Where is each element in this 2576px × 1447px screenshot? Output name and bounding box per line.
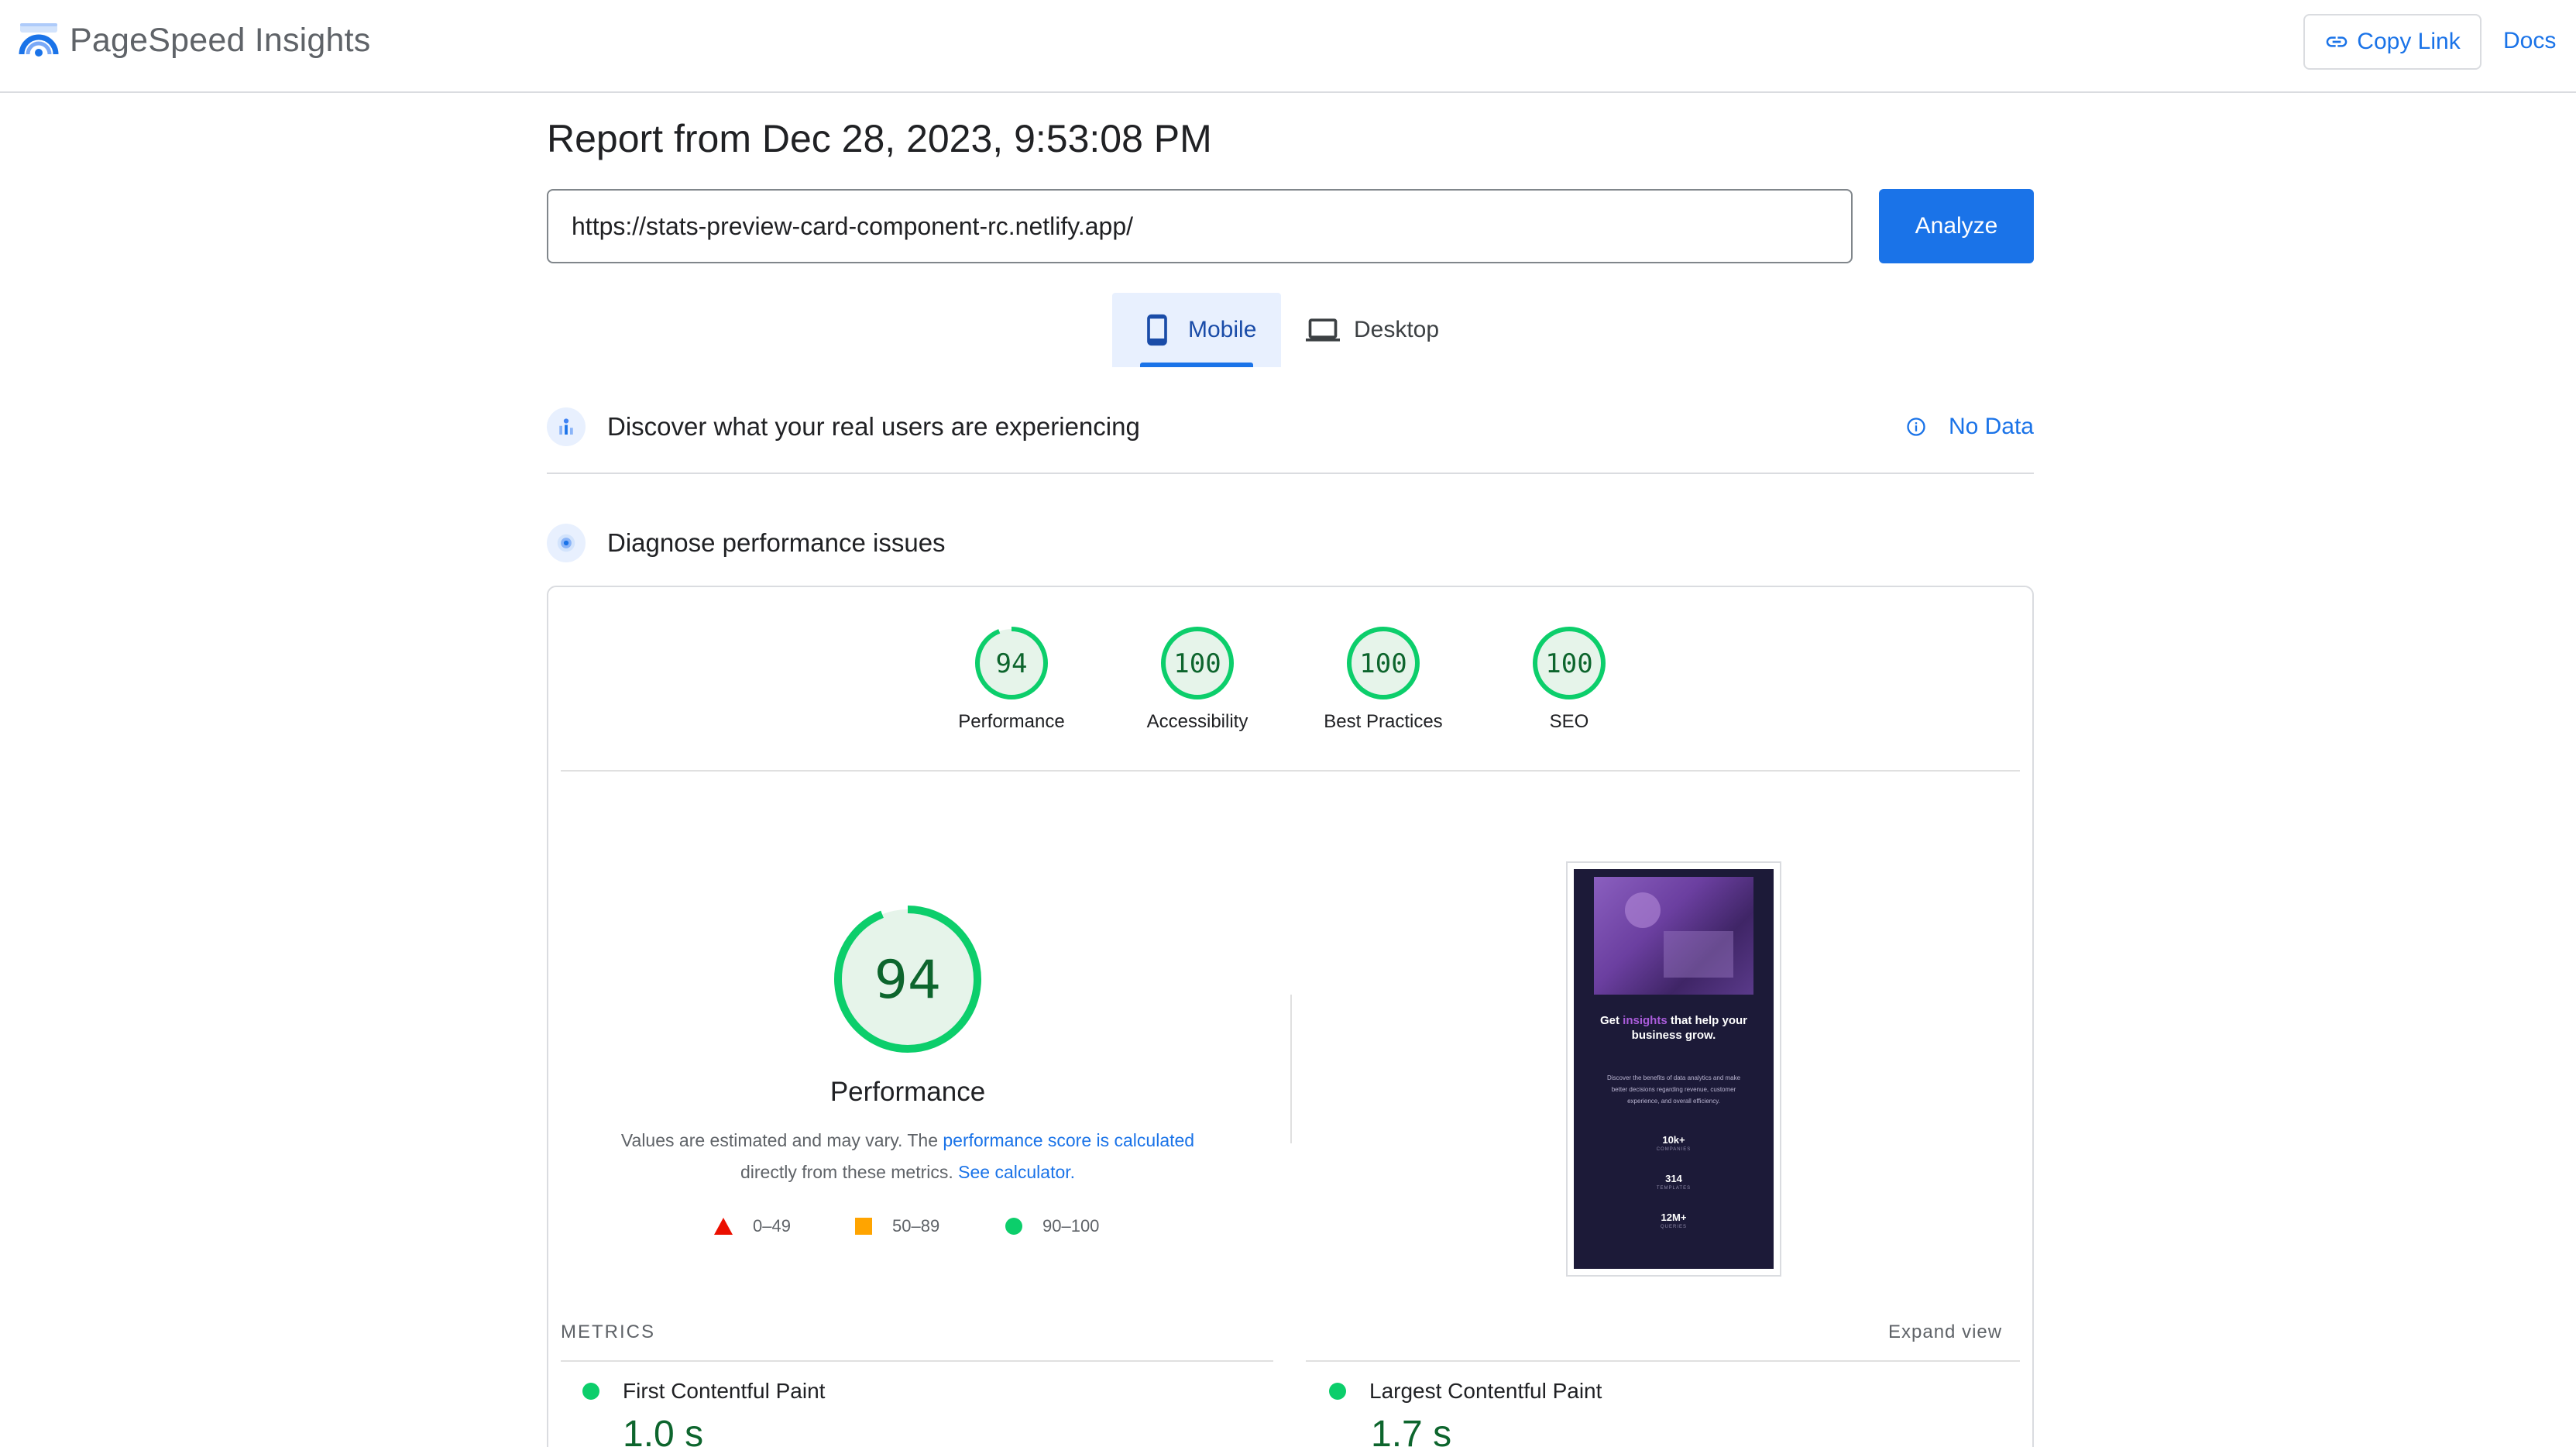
screenshot-stat: 314 TEMPLATES [1589, 1173, 1758, 1191]
tab-mobile[interactable]: Mobile [1112, 293, 1281, 367]
brand[interactable]: PageSpeed Insights [17, 19, 371, 62]
legend-pass-range: 90–100 [1042, 1216, 1100, 1236]
screenshot-heading-start: Get [1599, 1014, 1623, 1027]
gauge-accessibility-label: Accessibility [1146, 711, 1249, 732]
card-divider [561, 770, 2020, 772]
circle-icon [1005, 1218, 1022, 1235]
discover-title: Discover what your real users are experi… [607, 412, 1140, 441]
legend-pass: 90–100 [1005, 1216, 1099, 1236]
app-name: PageSpeed Insights [70, 21, 371, 59]
vertical-separator [1290, 995, 1292, 1143]
metric-value: 1.7 s [1371, 1414, 1452, 1447]
no-data-label: No Data [1948, 414, 2034, 439]
metric-name: First Contentful Paint [623, 1379, 826, 1403]
perf-desc-middle: directly from these metrics. [740, 1162, 959, 1182]
discover-section-header: Discover what your real users are experi… [547, 406, 2034, 448]
metric-value: 1.0 s [623, 1414, 704, 1447]
gauge-seo-value: 100 [1545, 648, 1592, 679]
gauge-accessibility-ring: 100 [1161, 627, 1234, 699]
url-input[interactable] [547, 189, 1853, 263]
final-screenshot[interactable]: Get insights that help your business gro… [1566, 861, 1781, 1277]
legend-average-range: 50–89 [892, 1216, 940, 1236]
analyze-button[interactable]: Analyze [1879, 189, 2034, 263]
metric-name: Largest Contentful Paint [1369, 1379, 1602, 1403]
gauge-seo-ring: 100 [1533, 627, 1606, 699]
smartphone-icon [1147, 314, 1167, 346]
lighthouse-target-icon [547, 524, 586, 562]
screenshot-heading: Get insights that help your business gro… [1589, 1013, 1758, 1043]
perf-desc-prefix: Values are estimated and may vary. The [620, 1130, 943, 1150]
gauge-performance-value: 94 [996, 648, 1028, 679]
metrics-divider-left [561, 1360, 1273, 1362]
gauge-best-practices-label: Best Practices [1324, 711, 1443, 732]
copy-link-button[interactable]: Copy Link [2303, 14, 2482, 70]
triangle-icon [714, 1218, 733, 1235]
expand-view-toggle[interactable]: Expand view [1888, 1322, 2002, 1343]
report-title: Report from Dec 28, 2023, 9:53:08 PM [547, 117, 1212, 160]
gauge-accessibility-value: 100 [1173, 648, 1221, 679]
tab-desktop[interactable]: Desktop [1306, 293, 1461, 367]
stat-label: TEMPLATES [1656, 1186, 1692, 1191]
performance-description: Values are estimated and may vary. The p… [589, 1125, 1227, 1188]
gauge-seo[interactable]: 100 SEO [1492, 624, 1647, 733]
gauge-performance-ring: 94 [975, 627, 1048, 699]
stat-value: 314 [1665, 1173, 1682, 1184]
metrics-label: METRICS [561, 1322, 655, 1342]
tab-mobile-label: Mobile [1188, 317, 1257, 342]
no-data-link[interactable]: No Data [1905, 414, 2034, 440]
users-chart-icon [547, 407, 586, 446]
legend-fail: 0–49 [714, 1216, 791, 1236]
metric-first-contentful-paint: First Contentful Paint [582, 1379, 825, 1404]
link-icon [2326, 36, 2348, 47]
screenshot-body-text: Discover the benefits of data analytics … [1606, 1074, 1741, 1105]
section-divider [547, 473, 2034, 474]
top-bar: PageSpeed Insights Copy Link Docs [0, 0, 2576, 93]
pagespeed-logo-icon [19, 23, 59, 57]
gauge-best-practices[interactable]: 100 Best Practices [1306, 624, 1461, 733]
screenshot-stat: 12M+ QUERIES [1589, 1212, 1758, 1229]
performance-score-gauge: 94 [834, 906, 981, 1053]
performance-score-value: 94 [874, 950, 942, 1011]
metric-largest-contentful-paint: Largest Contentful Paint [1329, 1379, 1602, 1404]
laptop-icon [1306, 318, 1340, 342]
legend-fail-range: 0–49 [753, 1216, 791, 1236]
legend-average: 50–89 [855, 1216, 939, 1236]
diagnose-section-header: Diagnose performance issues [547, 522, 2034, 564]
screenshot-hero-image [1594, 877, 1753, 995]
pass-circle-icon [1329, 1383, 1346, 1400]
gauge-best-practices-ring: 100 [1347, 627, 1420, 699]
performance-title: Performance [829, 1077, 986, 1107]
stat-label: QUERIES [1660, 1225, 1687, 1229]
gauge-performance-label: Performance [958, 711, 1065, 732]
stat-label: COMPANIES [1656, 1147, 1692, 1152]
diagnose-title: Diagnose performance issues [607, 528, 946, 557]
docs-link[interactable]: Docs [2503, 28, 2556, 54]
gauge-best-practices-value: 100 [1359, 648, 1406, 679]
pass-circle-icon [582, 1383, 599, 1400]
tab-desktop-label: Desktop [1354, 317, 1440, 342]
gauge-accessibility[interactable]: 100 Accessibility [1120, 624, 1275, 733]
gauge-seo-label: SEO [1549, 711, 1589, 732]
metrics-divider-right [1306, 1360, 2020, 1362]
screenshot-page: Get insights that help your business gro… [1574, 869, 1774, 1269]
stat-value: 12M+ [1661, 1212, 1687, 1223]
square-icon [855, 1218, 872, 1235]
see-calculator-link[interactable]: See calculator. [958, 1162, 1075, 1182]
copy-link-label: Copy Link [2357, 29, 2461, 54]
gauge-performance[interactable]: 94 Performance [934, 624, 1089, 733]
performance-score-calculated-link[interactable]: performance score is calculated [943, 1130, 1194, 1150]
screenshot-heading-highlight: insights [1623, 1014, 1668, 1027]
info-icon [1907, 418, 1925, 436]
stat-value: 10k+ [1662, 1134, 1685, 1146]
screenshot-stat: 10k+ COMPANIES [1589, 1134, 1758, 1152]
